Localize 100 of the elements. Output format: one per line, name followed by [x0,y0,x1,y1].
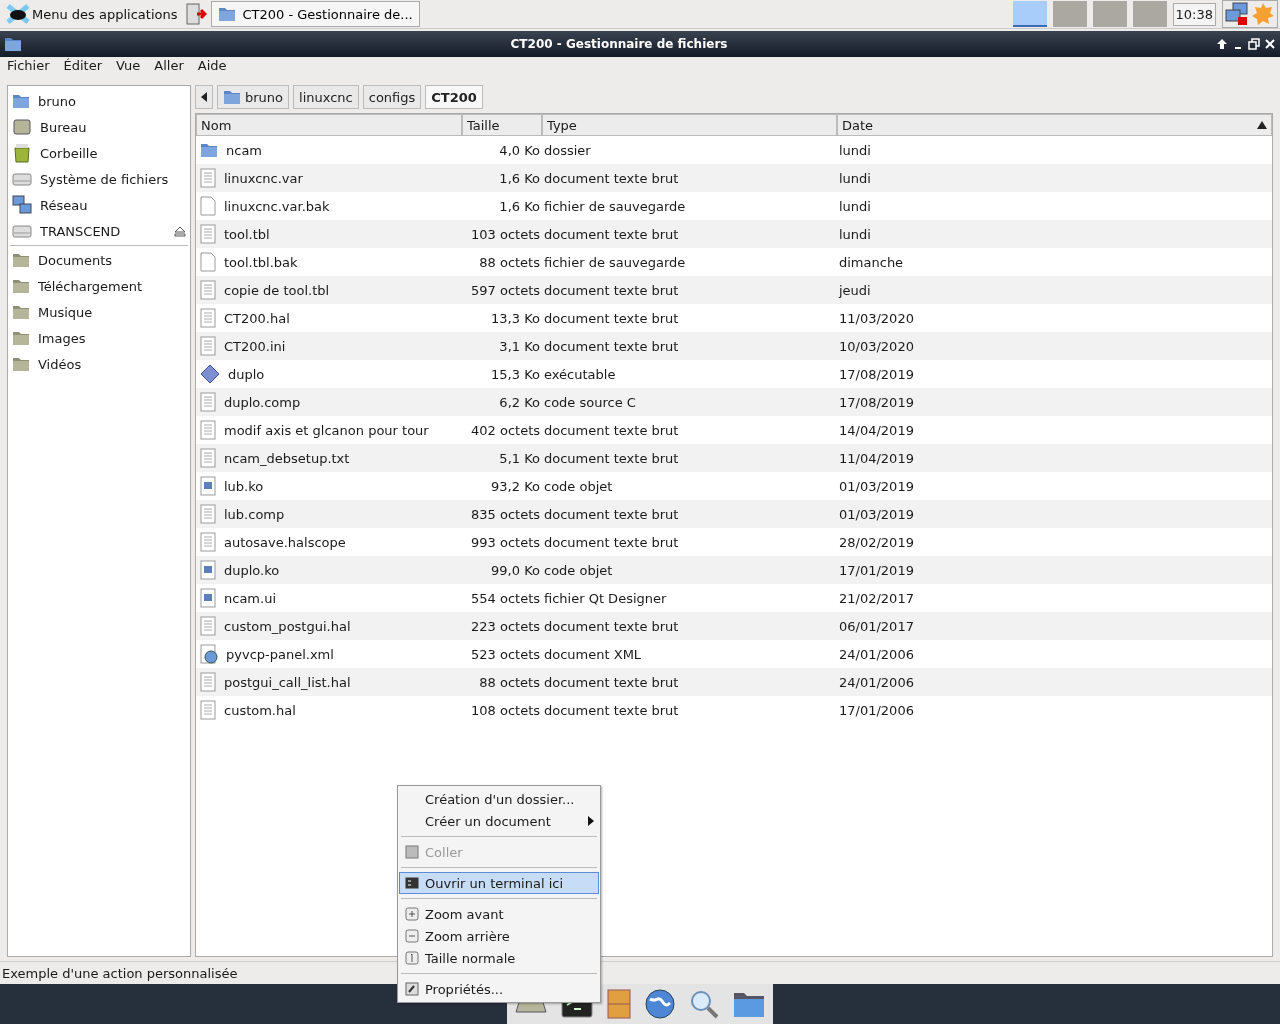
close-icon[interactable] [1264,38,1276,50]
zoom-normal-icon [405,951,419,965]
applications-menu-button[interactable]: Menu des applications [2,4,182,24]
file-size: 99,0 Ko [490,562,541,578]
file-name[interactable]: CT200.hal [224,310,290,326]
file-name[interactable]: duplo.comp [224,394,301,410]
network-icon [12,195,32,215]
sidebar-item[interactable]: Images [38,330,186,346]
file-name[interactable]: tool.tbl [224,226,270,242]
menu-item[interactable]: Fichier [0,58,57,76]
file-name[interactable]: linuxcnc.var [224,170,303,186]
context-menu-item[interactable]: Propriétés... [399,978,599,1000]
sidebar-item[interactable]: Musique [38,304,186,320]
text-file-icon [200,168,216,188]
sidebar-item[interactable]: Réseau [40,197,186,213]
menu-item[interactable]: Éditer [56,58,110,76]
network-disconnected-icon[interactable] [1225,2,1249,26]
file-size: 93,2 Ko [490,478,541,494]
blank-file-icon [200,196,216,216]
file-date: 17/01/2006 [838,702,915,718]
file-type: document texte brut [543,618,680,634]
back-arrow-button[interactable] [195,85,213,109]
context-menu-item[interactable]: Zoom avant [399,903,599,925]
file-name[interactable]: CT200.ini [224,338,286,354]
file-size: 108 octets [470,702,541,718]
file-name[interactable]: duplo [228,366,265,382]
path-button[interactable]: CT200 [425,85,483,109]
file-date: 17/01/2019 [838,562,915,578]
path-button[interactable]: configs [362,85,422,109]
text-file-icon [200,672,216,692]
file-type: fichier Qt Designer [543,590,668,606]
file-name[interactable]: ncam_debsetup.txt [224,450,350,466]
folder-icon [218,6,237,22]
sidebar-item[interactable]: TRANSCEND [40,223,166,239]
menu-item[interactable]: Vue [109,58,148,76]
file-name[interactable]: autosave.halscope [224,534,346,550]
context-menu-item[interactable]: Créer un document [399,810,599,832]
search-icon[interactable] [689,989,719,1019]
column-header[interactable]: Nom [196,114,462,136]
text-file-icon [200,392,216,412]
sidebar-item[interactable]: Corbeille [40,145,186,161]
file-date: 21/02/2017 [838,590,915,606]
restore-icon[interactable] [1248,38,1260,50]
path-button[interactable]: bruno [217,85,290,109]
file-name[interactable]: custom_postgui.hal [224,618,351,634]
file-date: 10/03/2020 [838,338,915,354]
file-date: 11/03/2020 [838,310,915,326]
sidebar-item[interactable]: Téléchargement [38,278,186,294]
terminal-icon [405,876,419,890]
desktop-icon [12,118,32,136]
file-name[interactable]: copie de tool.tbl [224,282,330,298]
context-menu-item[interactable]: Ouvrir un terminal ici [399,872,599,894]
file-name[interactable]: lub.comp [224,506,285,522]
eject-icon[interactable] [174,225,186,237]
sidebar-item[interactable]: Documents [38,252,186,268]
file-size: 402 octets [470,422,541,438]
file-name[interactable]: ncam.ui [224,590,276,606]
menu-item[interactable]: Aller [147,58,191,76]
workspace-button[interactable] [1012,1,1047,27]
home-folder-icon [12,93,30,109]
file-name[interactable]: duplo.ko [224,562,280,578]
path-button[interactable]: linuxcnc [293,85,359,109]
file-size: 15,3 Ko [490,366,541,382]
update-star-icon[interactable] [1251,2,1275,26]
file-name[interactable]: linuxcnc.var.bak [224,198,330,214]
taskbar-window-button[interactable]: CT200 - Gestionnaire de... [211,1,420,27]
folder-icon[interactable] [733,990,765,1018]
column-header[interactable]: Date [837,114,1272,136]
file-name[interactable]: lub.ko [224,478,264,494]
context-menu-item[interactable]: Création d'un dossier... [399,788,599,810]
file-type: document texte brut [543,338,680,354]
file-name[interactable]: postgui_call_list.hal [224,674,351,690]
sidebar-item[interactable]: Bureau [40,119,186,135]
sidebar-item[interactable]: Vidéos [38,356,186,372]
menu-item[interactable]: Aide [190,58,234,76]
file-type: document texte brut [543,674,680,690]
up-arrow-icon[interactable] [1216,38,1228,50]
file-date: 28/02/2019 [838,534,915,550]
file-date: 01/03/2019 [838,478,915,494]
file-size: 3,1 Ko [498,338,541,354]
text-file-icon [200,504,216,524]
file-name[interactable]: modif axis et glcanon pour tour [224,422,429,438]
folder-icon [4,36,22,52]
file-name[interactable]: ncam [226,142,263,158]
text-file-icon [200,448,216,468]
sidebar-item[interactable]: Système de fichiers [40,171,186,187]
context-menu-item[interactable]: Taille normale [399,947,599,969]
column-header[interactable]: Type [542,114,837,136]
zoom-out-icon [405,929,419,943]
file-name[interactable]: tool.tbl.bak [224,254,298,270]
globe-icon[interactable] [645,989,675,1019]
context-menu-item[interactable]: Zoom arrière [399,925,599,947]
sidebar-item[interactable]: bruno [38,93,186,109]
file-name[interactable]: custom.hal [224,702,296,718]
column-header[interactable]: Taille [462,114,542,136]
binary-file-icon [200,588,216,608]
logout-icon[interactable] [185,2,208,26]
file-name[interactable]: pyvcp-panel.xml [226,646,334,662]
text-file-icon [200,616,216,636]
text-file-icon [200,280,216,300]
